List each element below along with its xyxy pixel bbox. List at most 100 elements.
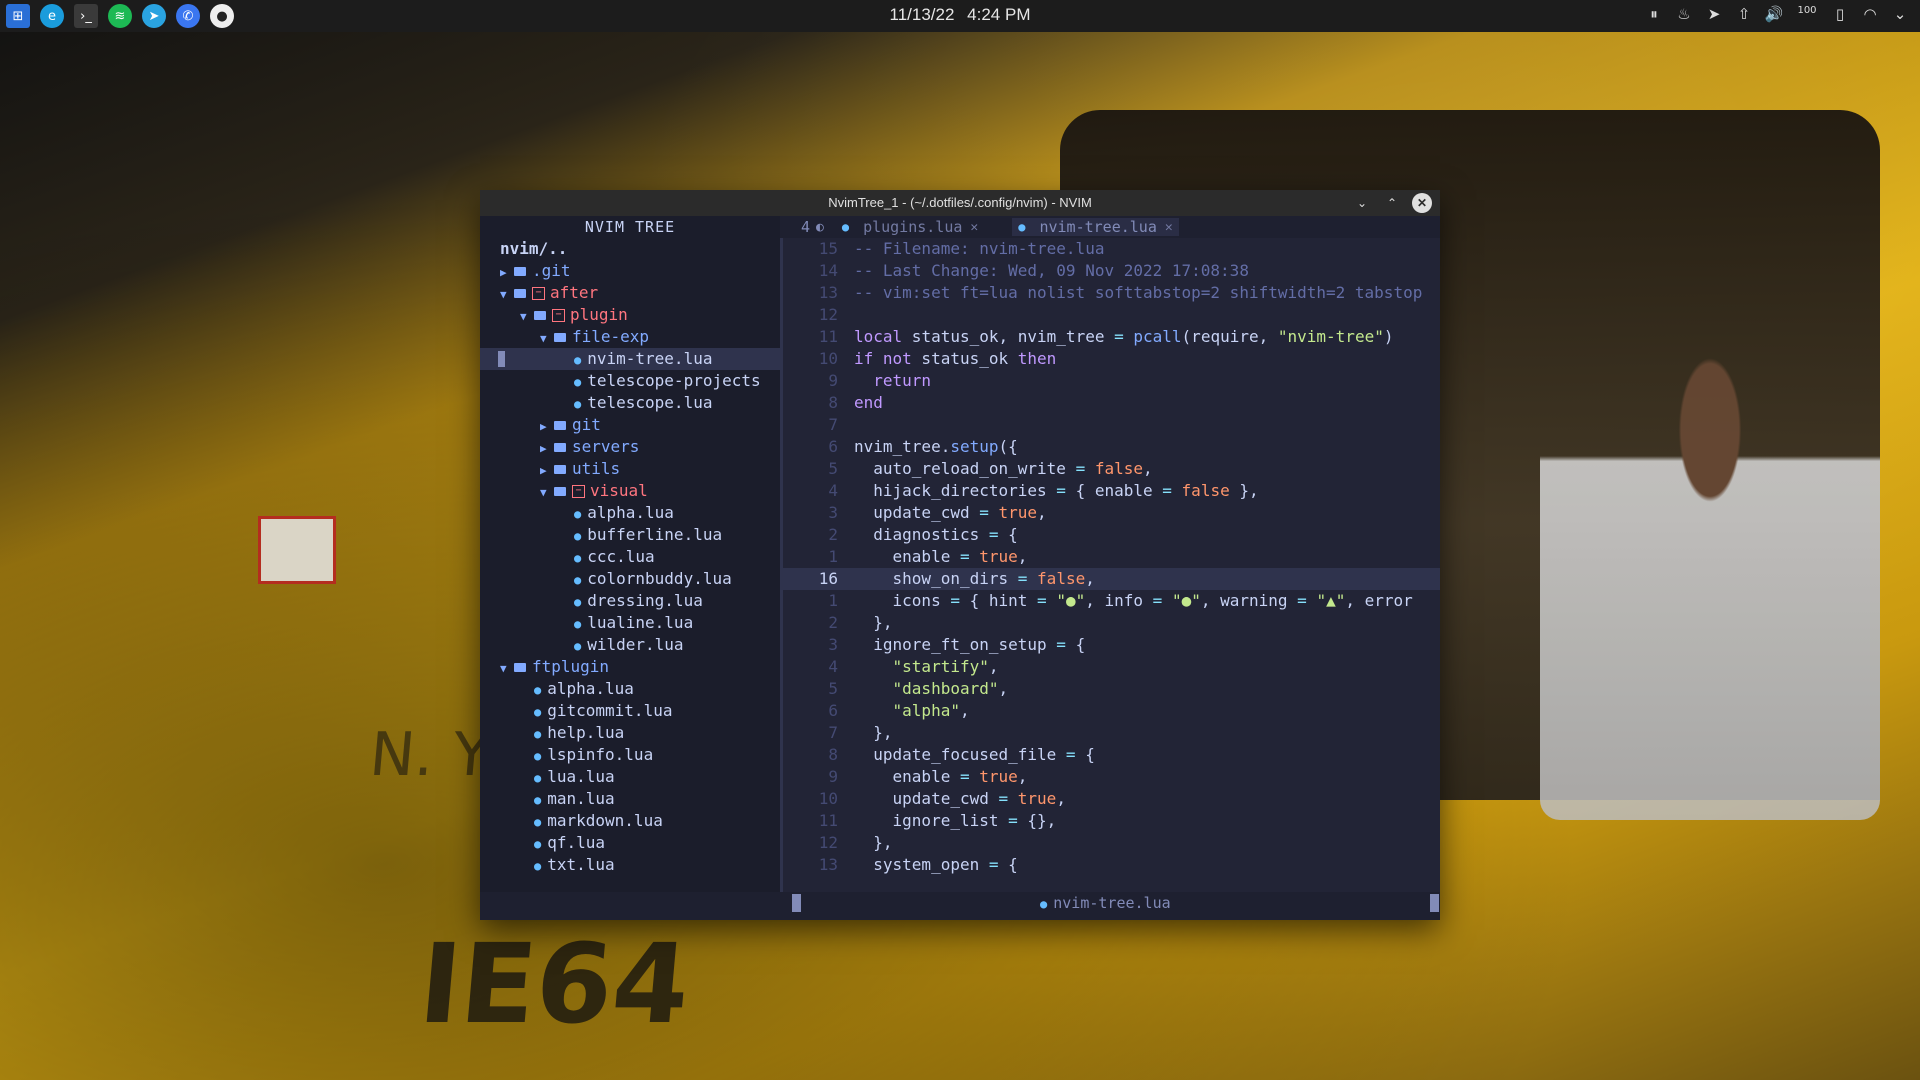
close-button[interactable]: ✕ bbox=[1412, 193, 1432, 213]
code-line[interactable]: 13 -- vim:set ft=lua nolist softtabstop=2… bbox=[780, 282, 1440, 304]
tree-file[interactable]: ● colornbuddy.lua bbox=[480, 568, 780, 590]
code-line[interactable]: 4 "startify", bbox=[780, 656, 1440, 678]
code-line[interactable]: 10 if not status_ok then bbox=[780, 348, 1440, 370]
chevron-right-icon[interactable]: ▶ bbox=[540, 416, 554, 438]
chevron-down-icon[interactable]: ⌄ bbox=[1890, 5, 1910, 23]
code-line[interactable]: 2 diagnostics = { bbox=[780, 524, 1440, 546]
code-line[interactable]: 7 bbox=[780, 414, 1440, 436]
chevron-down-icon[interactable]: ▼ bbox=[540, 482, 554, 504]
chevron-right-icon[interactable]: ▶ bbox=[500, 262, 514, 284]
lua-file-icon: ● bbox=[534, 705, 542, 719]
code-line[interactable]: 11 local status_ok, nvim_tree = pcall(req… bbox=[780, 326, 1440, 348]
tree-folder[interactable]: ▶ servers bbox=[480, 436, 780, 458]
tree-file[interactable]: ● lspinfo.lua bbox=[480, 744, 780, 766]
tree-folder[interactable]: ▶ .git bbox=[480, 260, 780, 282]
nvim-window: NvimTree_1 - (~/.dotfiles/.config/nvim) … bbox=[480, 190, 1440, 920]
tree-folder[interactable]: ▼ file-exp bbox=[480, 326, 780, 348]
code-line[interactable]: 12 bbox=[780, 304, 1440, 326]
folder-icon bbox=[554, 487, 566, 496]
chevron-right-icon[interactable]: ▶ bbox=[540, 438, 554, 460]
line-text: -- Filename: nvim-tree.lua bbox=[854, 239, 1105, 258]
code-line[interactable]: 1 enable = true, bbox=[780, 546, 1440, 568]
code-line[interactable]: 4 hijack_directories = { enable = false … bbox=[780, 480, 1440, 502]
code-line[interactable]: 8 update_focused_file = { bbox=[780, 744, 1440, 766]
code-view[interactable]: 15 -- Filename: nvim-tree.lua 14 -- Last Ch… bbox=[780, 238, 1440, 876]
tree-folder[interactable]: ▼ − plugin bbox=[480, 304, 780, 326]
buffer-tab[interactable]: ● plugins.lua ✕ bbox=[842, 218, 978, 236]
code-line[interactable]: 6 "alpha", bbox=[780, 700, 1440, 722]
code-line[interactable]: 3 update_cwd = true, bbox=[780, 502, 1440, 524]
tree-file[interactable]: ● telescope-projects bbox=[480, 370, 780, 392]
update-icon[interactable]: ⇧ bbox=[1734, 5, 1754, 23]
tree-file[interactable]: ● txt.lua bbox=[480, 854, 780, 876]
window-titlebar[interactable]: NvimTree_1 - (~/.dotfiles/.config/nvim) … bbox=[480, 190, 1440, 216]
code-line[interactable]: 3 ignore_ft_on_setup = { bbox=[780, 634, 1440, 656]
code-line[interactable]: 7 }, bbox=[780, 722, 1440, 744]
chevron-down-icon[interactable]: ▼ bbox=[540, 328, 554, 350]
code-line[interactable]: 5 auto_reload_on_write = false, bbox=[780, 458, 1440, 480]
code-line[interactable]: 2 }, bbox=[780, 612, 1440, 634]
steam-icon[interactable]: ♨ bbox=[1674, 5, 1694, 23]
tree-file[interactable]: ● help.lua bbox=[480, 722, 780, 744]
close-icon[interactable]: ✕ bbox=[970, 220, 978, 235]
wifi-icon[interactable]: ◠ bbox=[1860, 5, 1880, 23]
tree-file[interactable]: ● ccc.lua bbox=[480, 546, 780, 568]
code-line[interactable]: 14 -- Last Change: Wed, 09 Nov 2022 17:08… bbox=[780, 260, 1440, 282]
code-line[interactable]: 5 "dashboard", bbox=[780, 678, 1440, 700]
line-number: 7 bbox=[828, 723, 838, 742]
tree-file[interactable]: ● wilder.lua bbox=[480, 634, 780, 656]
tree-file[interactable]: ● lua.lua bbox=[480, 766, 780, 788]
code-line[interactable]: 8 end bbox=[780, 392, 1440, 414]
chevron-down-icon[interactable]: ▼ bbox=[520, 306, 534, 328]
tree-file[interactable]: ● gitcommit.lua bbox=[480, 700, 780, 722]
lua-file-icon: ● bbox=[534, 749, 542, 763]
tree-file[interactable]: ● bufferline.lua bbox=[480, 524, 780, 546]
clock-date: 11/13/22 bbox=[889, 5, 955, 24]
tree-folder[interactable]: ▼ ftplugin bbox=[480, 656, 780, 678]
tree-folder[interactable]: ▼ − after bbox=[480, 282, 780, 304]
chevron-down-icon[interactable]: ▼ bbox=[500, 658, 514, 680]
tree-file[interactable]: ● alpha.lua bbox=[480, 502, 780, 524]
pause-icon[interactable]: ⏸ bbox=[1644, 5, 1664, 23]
code-line[interactable]: 11 ignore_list = {}, bbox=[780, 810, 1440, 832]
tree-folder[interactable]: ▶ git bbox=[480, 414, 780, 436]
code-line[interactable]: 9 return bbox=[780, 370, 1440, 392]
tree-file[interactable]: ● lualine.lua bbox=[480, 612, 780, 634]
line-number: 3 bbox=[828, 503, 838, 522]
code-line[interactable]: 9 enable = true, bbox=[780, 766, 1440, 788]
volume-icon[interactable]: 🔊 bbox=[1764, 5, 1784, 23]
close-icon[interactable]: ✕ bbox=[1165, 220, 1173, 235]
code-line[interactable]: 13 system_open = { bbox=[780, 854, 1440, 876]
tree-file[interactable]: ● qf.lua bbox=[480, 832, 780, 854]
tree-item-label: help.lua bbox=[547, 723, 625, 742]
tree-file[interactable]: ● telescope.lua bbox=[480, 392, 780, 414]
code-line[interactable]: 15 -- Filename: nvim-tree.lua bbox=[780, 238, 1440, 260]
tree-file[interactable]: ● dressing.lua bbox=[480, 590, 780, 612]
battery-level[interactable]: 100 bbox=[1794, 5, 1820, 23]
tree-item-label: servers bbox=[572, 437, 640, 456]
tree-file[interactable]: ● markdown.lua bbox=[480, 810, 780, 832]
tree-file[interactable]: ● man.lua bbox=[480, 788, 780, 810]
code-line[interactable]: 1 icons = { hint = "●", info = "●", warn… bbox=[780, 590, 1440, 612]
telegram-tray-icon[interactable]: ➤ bbox=[1704, 5, 1724, 23]
phone-icon[interactable]: ▯ bbox=[1830, 5, 1850, 23]
tree-title: NVIM TREE bbox=[584, 218, 676, 236]
code-line[interactable]: 16 show_on_dirs = false, bbox=[780, 568, 1440, 590]
buffer-tab[interactable]: ● nvim-tree.lua ✕ bbox=[1012, 218, 1179, 236]
tree-file[interactable]: ● alpha.lua bbox=[480, 678, 780, 700]
git-modified-icon: − bbox=[532, 287, 545, 300]
editor-pane[interactable]: 4 ◐ ● plugins.lua ✕ ● nvim-tree.lua ✕ 15 -- Fi… bbox=[780, 216, 1440, 892]
split-divider[interactable] bbox=[780, 238, 783, 892]
tree-folder[interactable]: ▼ − visual bbox=[480, 480, 780, 502]
tree-file[interactable]: ● nvim-tree.lua bbox=[480, 348, 780, 370]
chevron-down-icon[interactable]: ▼ bbox=[500, 284, 514, 306]
chevron-right-icon[interactable]: ▶ bbox=[540, 460, 554, 482]
minimize-button[interactable]: ⌄ bbox=[1352, 193, 1372, 213]
maximize-button[interactable]: ⌃ bbox=[1382, 193, 1402, 213]
code-line[interactable]: 12 }, bbox=[780, 832, 1440, 854]
tree-root[interactable]: nvim/.. bbox=[480, 238, 780, 260]
clock[interactable]: 11/13/22 4:24 PM bbox=[0, 5, 1920, 25]
code-line[interactable]: 10 update_cwd = true, bbox=[780, 788, 1440, 810]
tree-folder[interactable]: ▶ utils bbox=[480, 458, 780, 480]
code-line[interactable]: 6 nvim_tree.setup({ bbox=[780, 436, 1440, 458]
